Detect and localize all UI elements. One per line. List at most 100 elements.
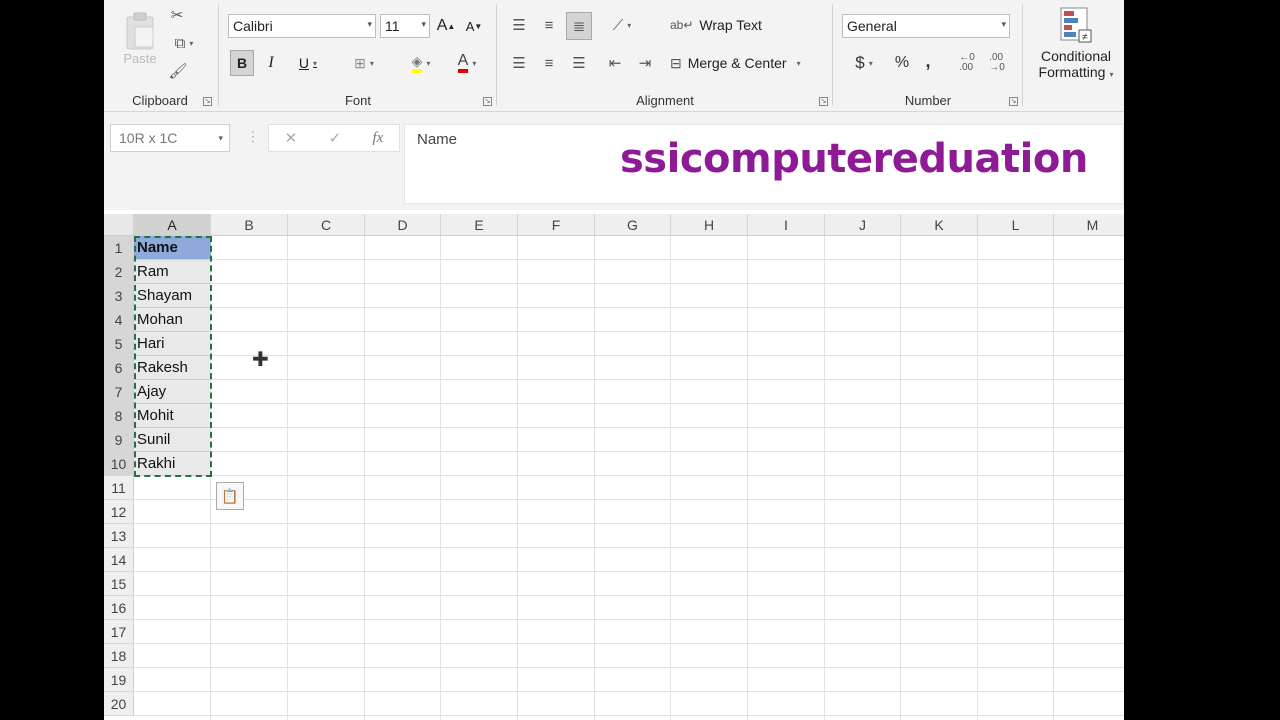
font-name-combo[interactable]: Calibri ▾	[228, 14, 376, 38]
currency-button[interactable]: $ ▾	[846, 50, 882, 76]
decrease-decimal-icon: .00 →0	[989, 52, 1005, 73]
column-header-f[interactable]: F	[518, 214, 595, 236]
column-header-k[interactable]: K	[901, 214, 978, 236]
formula-bar-grip-icon[interactable]: ⋮	[246, 128, 260, 145]
column-header-i[interactable]: I	[748, 214, 825, 236]
row-header-7[interactable]: 7	[104, 380, 134, 404]
row-header-4[interactable]: 4	[104, 308, 134, 332]
row-header-9[interactable]: 9	[104, 428, 134, 452]
row-header-10[interactable]: 10	[104, 452, 134, 476]
font-size-value: 11	[385, 18, 400, 34]
top-align-button[interactable]: ☰	[506, 12, 532, 38]
font-size-combo[interactable]: 11 ▾	[380, 14, 430, 38]
column-header-m[interactable]: M	[1054, 214, 1124, 236]
row-header-17[interactable]: 17	[104, 620, 134, 644]
row-header-5[interactable]: 5	[104, 332, 134, 356]
column-header-c[interactable]: C	[288, 214, 365, 236]
row-header-3[interactable]: 3	[104, 284, 134, 308]
name-box[interactable]: 10R x 1C ▾	[110, 124, 230, 152]
alignment-launcher-icon[interactable]: ↘	[819, 97, 828, 106]
cell-a5[interactable]: Hari	[134, 332, 211, 356]
bottom-align-button[interactable]: ≣	[566, 12, 592, 40]
align-center-button[interactable]: ≡	[536, 50, 562, 76]
cell-a2[interactable]: Ram	[134, 260, 211, 284]
column-header-b[interactable]: B	[211, 214, 288, 236]
align-left-button[interactable]: ☰	[506, 50, 532, 76]
fill-color-button[interactable]: ◈ ▾	[400, 50, 442, 76]
row-header-19[interactable]: 19	[104, 668, 134, 692]
row-header-14[interactable]: 14	[104, 548, 134, 572]
cell-a9[interactable]: Sunil	[134, 428, 211, 452]
cell-a8[interactable]: Mohit	[134, 404, 211, 428]
cell-a4[interactable]: Mohan	[134, 308, 211, 332]
increase-indent-button[interactable]: ⇥	[632, 50, 658, 76]
percent-button[interactable]: %	[890, 50, 914, 76]
row-header-1[interactable]: 1	[104, 236, 134, 260]
italic-button[interactable]: I	[260, 50, 282, 76]
orientation-button[interactable]: ⟋ ▾	[602, 12, 642, 38]
worksheet-grid[interactable]: ABCDEFGHIJKLM 1 2 3 4 5 6 7 8 9 10 11 12 13 14 15 16 17 1…	[104, 214, 1124, 720]
copy-button[interactable]: ⧉ ▾	[164, 32, 204, 54]
row-header-18[interactable]: 18	[104, 644, 134, 668]
comma-button[interactable]: ,	[918, 48, 938, 74]
column-header-a[interactable]: A	[134, 214, 211, 236]
column-header-h[interactable]: H	[671, 214, 748, 236]
row-header-6[interactable]: 6	[104, 356, 134, 380]
paste-options-button[interactable]: 📋	[216, 482, 244, 510]
increase-decimal-button[interactable]: ←0.00	[954, 50, 980, 76]
font-launcher-icon[interactable]: ↘	[483, 97, 492, 106]
gridline-vertical	[1053, 236, 1054, 720]
paste-button[interactable]: Paste	[114, 6, 166, 70]
cell-a10[interactable]: Rakhi	[134, 452, 211, 476]
number-launcher-icon[interactable]: ↘	[1009, 97, 1018, 106]
column-header-g[interactable]: G	[595, 214, 671, 236]
cell-a1[interactable]: Name	[134, 236, 211, 260]
clipboard-launcher-icon[interactable]: ↘	[203, 97, 212, 106]
row-header-12[interactable]: 12	[104, 500, 134, 524]
middle-align-button[interactable]: ≡	[536, 12, 562, 38]
cell-a6[interactable]: Rakesh	[134, 356, 211, 380]
row-header-16[interactable]: 16	[104, 596, 134, 620]
separator	[496, 4, 497, 106]
number-group: General ▾ $ ▾ % , ←0.00 .00 →0 Number ↘	[834, 0, 1022, 112]
column-header-l[interactable]: L	[978, 214, 1054, 236]
format-painter-button[interactable]: 🖌	[166, 60, 190, 82]
merge-center-button[interactable]: ⊟ Merge & Center ▾	[670, 50, 822, 76]
row-header-13[interactable]: 13	[104, 524, 134, 548]
row-header-15[interactable]: 15	[104, 572, 134, 596]
number-format-combo[interactable]: General ▾	[842, 14, 1010, 38]
column-header-e[interactable]: E	[441, 214, 518, 236]
row-header-8[interactable]: 8	[104, 404, 134, 428]
middle-align-icon: ≡	[544, 16, 554, 34]
watermark-text: ssicomputereduation	[620, 136, 1088, 182]
cell-a3[interactable]: Shayam	[134, 284, 211, 308]
font-color-button[interactable]: A ▾	[446, 50, 488, 76]
conditional-formatting-label-2: Formatting ▾	[1039, 64, 1114, 80]
gridline-horizontal	[134, 571, 1124, 572]
row-header-2[interactable]: 2	[104, 260, 134, 284]
shrink-font-button[interactable]: A ▼	[464, 14, 484, 38]
cut-button[interactable]: ✂	[166, 4, 188, 26]
underline-button[interactable]: U ▾	[288, 50, 328, 76]
bold-button[interactable]: B	[230, 50, 254, 76]
wrap-text-button[interactable]: ab↵ Wrap Text	[670, 12, 766, 38]
gridline-horizontal	[134, 307, 1124, 308]
enter-icon[interactable]: ✓	[329, 129, 342, 147]
top-align-icon: ☰	[512, 17, 526, 34]
column-header-j[interactable]: J	[825, 214, 901, 236]
row-header-20[interactable]: 20	[104, 692, 134, 716]
align-right-button[interactable]: ☰	[566, 50, 592, 76]
cancel-icon[interactable]: ✕	[285, 129, 298, 147]
number-format-value: General	[847, 18, 897, 34]
insert-function-icon[interactable]: fx	[372, 130, 383, 147]
borders-button[interactable]: ⊞ ▾	[344, 50, 384, 76]
select-all-corner[interactable]	[104, 214, 134, 236]
italic-label: I	[268, 54, 274, 71]
cell-a7[interactable]: Ajay	[134, 380, 211, 404]
grow-font-button[interactable]: A ▲	[436, 14, 456, 38]
decrease-decimal-button[interactable]: .00 →0	[984, 50, 1010, 76]
decrease-indent-button[interactable]: ⇤	[602, 50, 628, 76]
column-header-d[interactable]: D	[365, 214, 441, 236]
row-header-11[interactable]: 11	[104, 476, 134, 500]
conditional-formatting-button[interactable]: ≠ Conditional Formatting ▾	[1028, 6, 1124, 90]
